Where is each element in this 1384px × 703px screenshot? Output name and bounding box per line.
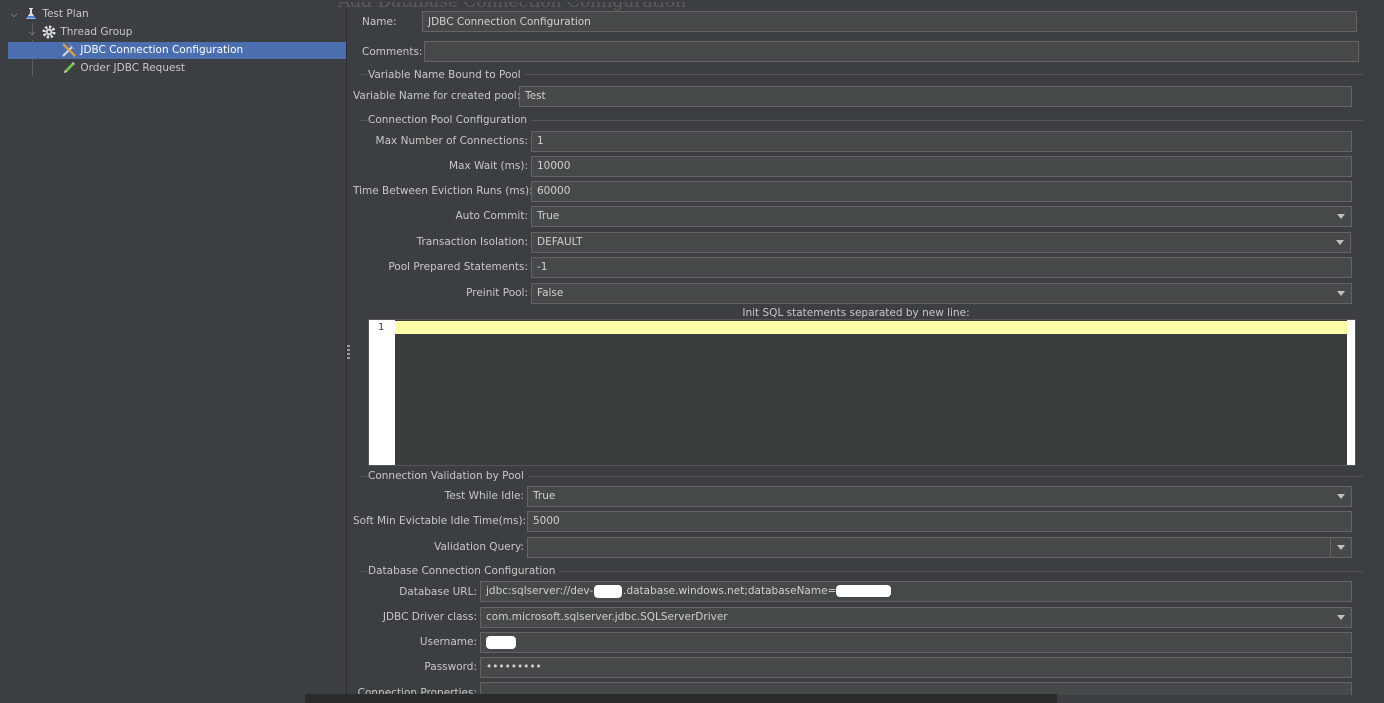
name-field[interactable]: JDBC Connection Configuration <box>422 11 1357 32</box>
eviction-runs-label: Time Between Eviction Runs (ms): <box>353 185 533 197</box>
init-sql-text-area[interactable] <box>395 320 1347 465</box>
preinit-pool-label: Preinit Pool: <box>466 287 528 299</box>
jdbc-driver-label: JDBC Driver class: <box>382 611 477 623</box>
username-field[interactable] <box>480 632 1352 653</box>
validation-query-label: Validation Query: <box>434 541 524 553</box>
pencil-icon <box>61 60 77 76</box>
test-plan-tree: ⌵ Test Plan ⌵ Thread Group JDBC Connecti… <box>5 2 347 695</box>
database-group-title: Database Connection Configuration <box>368 564 560 578</box>
max-connections-field[interactable]: 1 <box>531 131 1352 152</box>
pool-name-field[interactable]: Test <box>519 86 1352 107</box>
password-label: Password: <box>424 661 477 673</box>
eviction-runs-field[interactable]: 60000 <box>531 181 1352 202</box>
line-number: 1 <box>378 322 385 333</box>
comments-field[interactable] <box>424 41 1359 62</box>
config-form: Add Database Connection Configuration Na… <box>338 2 1373 695</box>
chevron-down-icon[interactable] <box>1330 233 1350 252</box>
max-wait-field[interactable]: 10000 <box>531 156 1352 177</box>
app-window: ⌵ Test Plan ⌵ Thread Group JDBC Connecti… <box>5 2 1373 695</box>
chevron-down-icon[interactable]: ⌵ <box>8 7 20 24</box>
auto-commit-label: Auto Commit: <box>455 210 528 222</box>
validation-group-title: Connection Validation by Pool <box>368 469 528 483</box>
test-while-idle-select[interactable]: True <box>527 486 1352 507</box>
chevron-down-icon[interactable] <box>1331 608 1351 627</box>
transaction-isolation-value: DEFAULT <box>537 236 583 248</box>
chevron-down-icon[interactable] <box>1330 538 1351 557</box>
jdbc-driver-value: com.microsoft.sqlserver.jdbc.SQLServerDr… <box>486 611 728 623</box>
soft-min-idle-label: Soft Min Evictable Idle Time(ms): <box>353 515 527 527</box>
max-wait-label: Max Wait (ms): <box>449 160 528 172</box>
transaction-isolation-label: Transaction Isolation: <box>416 236 528 248</box>
chevron-down-icon[interactable] <box>1331 487 1351 506</box>
chevron-down-icon[interactable] <box>1331 207 1351 226</box>
tree-item-label: Test Plan <box>42 8 89 20</box>
pool-group-title: Connection Pool Configuration <box>368 113 532 127</box>
redacted-mark <box>486 635 516 649</box>
current-line-highlight <box>395 321 1347 334</box>
tree-item-label: Thread Group <box>60 26 133 38</box>
database-url-field[interactable]: jdbc:sqlserver://dev- .database.windows.n… <box>480 581 1352 602</box>
preinit-pool-select[interactable]: False <box>531 283 1352 304</box>
validation-query-select[interactable] <box>527 537 1352 558</box>
pool-prepared-label: Pool Prepared Statements: <box>388 261 528 273</box>
password-field[interactable]: ••••••••• <box>480 657 1352 678</box>
database-url-label: Database URL: <box>399 586 477 598</box>
vertical-scrollbar[interactable] <box>1347 320 1355 465</box>
splitter-handle[interactable] <box>347 345 350 359</box>
chevron-down-icon[interactable]: ⌵ <box>26 25 38 42</box>
wrench-icon <box>61 42 77 58</box>
bottom-overlay-strip <box>305 694 1057 703</box>
tree-item-jdbc-connection-configuration[interactable]: JDBC Connection Configuration <box>8 42 346 59</box>
preinit-pool-value: False <box>537 287 564 299</box>
auto-commit-value: True <box>537 210 560 222</box>
tree-item-test-plan[interactable]: ⌵ Test Plan <box>8 6 89 23</box>
tree-item-label: JDBC Connection Configuration <box>80 44 244 56</box>
comments-label: Comments: <box>362 46 423 58</box>
jdbc-driver-select[interactable]: com.microsoft.sqlserver.jdbc.SQLServerDr… <box>480 607 1352 628</box>
name-label: Name: <box>362 16 397 28</box>
auto-commit-select[interactable]: True <box>531 206 1352 227</box>
tree-item-order-jdbc-request[interactable]: Order JDBC Request <box>8 60 185 77</box>
test-while-idle-label: Test While Idle: <box>444 490 524 502</box>
tree-item-label: Order JDBC Request <box>80 62 186 74</box>
database-url-prefix: jdbc:sqlserver://dev- <box>486 585 594 597</box>
transaction-isolation-select[interactable]: DEFAULT <box>531 232 1351 253</box>
gear-icon <box>41 24 57 40</box>
init-sql-label: Init SQL statements separated by new lin… <box>742 307 970 319</box>
chevron-down-icon[interactable] <box>1331 284 1351 303</box>
username-label: Username: <box>419 636 477 648</box>
soft-min-idle-field[interactable]: 5000 <box>527 511 1352 532</box>
init-sql-editor[interactable]: 1 <box>368 319 1356 466</box>
line-number-gutter: 1 <box>369 320 395 465</box>
database-url-suffix: .database.windows.net;databaseName= <box>623 585 837 597</box>
tree-item-thread-group[interactable]: ⌵ Thread Group <box>26 24 132 41</box>
redacted-mark <box>836 585 892 597</box>
variable-group-title: Variable Name Bound to Pool <box>368 68 525 82</box>
test-while-idle-value: True <box>533 490 556 502</box>
max-connections-label: Max Number of Connections: <box>375 135 528 147</box>
pool-name-label: Variable Name for created pool: <box>353 90 521 102</box>
redacted-mark <box>594 584 623 598</box>
pool-prepared-field[interactable]: -1 <box>531 257 1352 278</box>
flask-icon <box>23 6 39 22</box>
